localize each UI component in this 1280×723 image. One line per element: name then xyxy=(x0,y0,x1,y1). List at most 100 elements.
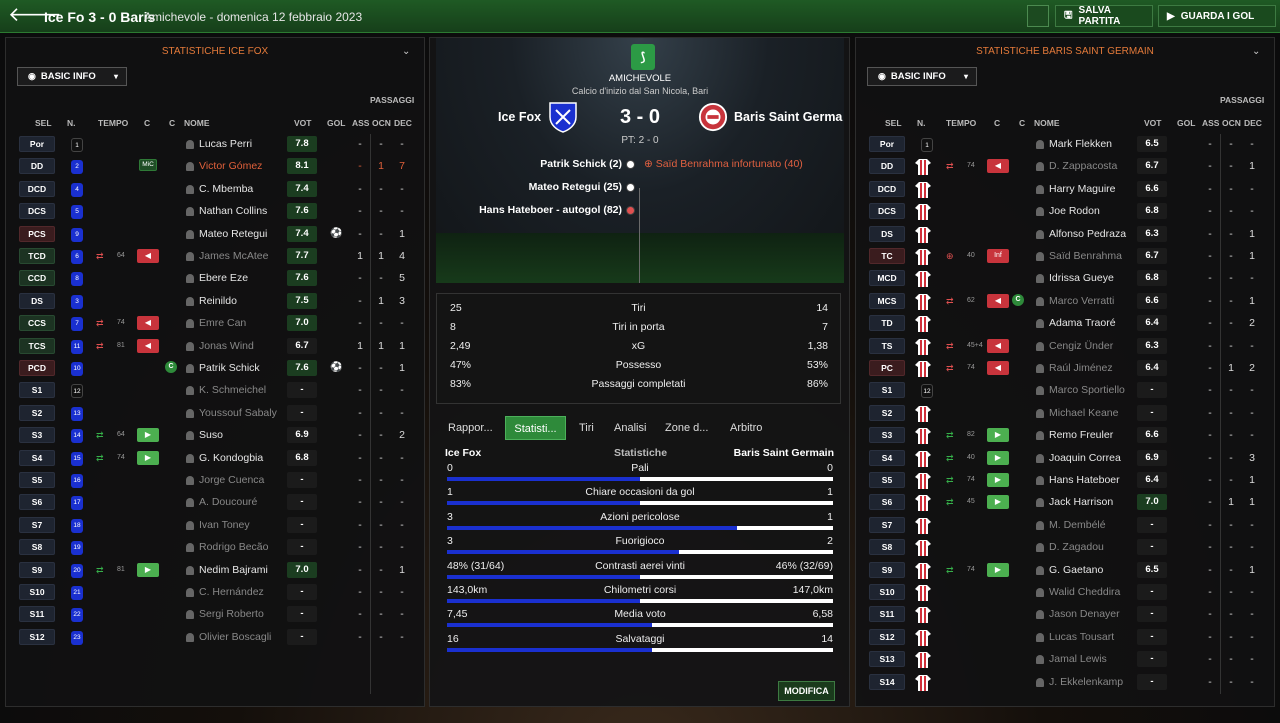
table-row[interactable]: DS 3 Reinildo 7.5 - 1 3 xyxy=(6,291,424,313)
player-name[interactable]: A. Doucouré xyxy=(199,496,257,508)
table-row[interactable]: MCD Idrissa Gueye 6.8 - - - xyxy=(856,268,1274,290)
table-row[interactable]: S8 19 Rodrigo Becão - - - - xyxy=(6,537,424,559)
table-row[interactable]: S5 ⇄ 74 ▶ Hans Hateboer 6.4 - - 1 xyxy=(856,470,1274,492)
player-name[interactable]: Youssouf Sabaly xyxy=(199,407,277,419)
table-row[interactable]: S4 15 ⇄ 74 ▶ G. Kondogbia 6.8 - - - xyxy=(6,448,424,470)
table-row[interactable]: MCS ⇄ 62 ◀ C Marco Verratti 6.6 - - 1 xyxy=(856,291,1274,313)
table-row[interactable]: DS Alfonso Pedraza 6.3 - - 1 xyxy=(856,224,1274,246)
player-name[interactable]: Hans Hateboer xyxy=(1049,474,1120,486)
table-row[interactable]: S7 18 Ivan Toney - - - - xyxy=(6,515,424,537)
modify-button[interactable]: MODIFICA xyxy=(778,681,835,701)
table-row[interactable]: S7 M. Dembélé - - - - xyxy=(856,515,1274,537)
player-name[interactable]: Saïd Benrahma xyxy=(1049,250,1122,262)
player-name[interactable]: Jamal Lewis xyxy=(1049,653,1107,665)
tab-shots[interactable]: Tiri xyxy=(579,416,609,440)
table-row[interactable]: CCS 7 ⇄ 74 ◀ Emre Can 7.0 - - - xyxy=(6,313,424,335)
player-name[interactable]: Marco Sportiello xyxy=(1049,384,1125,396)
player-name[interactable]: Suso xyxy=(199,429,223,441)
table-row[interactable]: CCD 8 Ebere Eze 7.6 - - 5 xyxy=(6,268,424,290)
table-row[interactable]: PCD 10 C Patrik Schick 7.6 ⚽ - - 1 xyxy=(6,358,424,380)
table-row[interactable]: S9 ⇄ 74 ▶ G. Gaetano 6.5 - - 1 xyxy=(856,560,1274,582)
player-name[interactable]: K. Schmeichel xyxy=(199,384,266,396)
table-row[interactable]: S6 ⇄ 45 ▶ Jack Harrison 7.0 - 1 1 xyxy=(856,492,1274,514)
table-row[interactable]: S3 ⇄ 82 ▶ Remo Freuler 6.6 - - - xyxy=(856,425,1274,447)
back-arrow-icon[interactable]: 🡐 xyxy=(8,5,62,27)
watch-goals-button[interactable]: ▶ GUARDA I GOL xyxy=(1158,5,1276,27)
player-name[interactable]: Jason Denayer xyxy=(1049,608,1120,620)
tab-statistics[interactable]: Statisti... xyxy=(505,416,566,440)
player-name[interactable]: Ebere Eze xyxy=(199,272,248,284)
table-row[interactable]: Por 1 Mark Flekken 6.5 - - - xyxy=(856,134,1274,156)
table-row[interactable]: TD Adama Traoré 6.4 - - 2 xyxy=(856,313,1274,335)
table-row[interactable]: DCD Harry Maguire 6.6 - - - xyxy=(856,179,1274,201)
player-name[interactable]: J. Ekkelenkamp xyxy=(1049,676,1123,688)
table-row[interactable]: S3 14 ⇄ 64 ▶ Suso 6.9 - - 2 xyxy=(6,425,424,447)
player-name[interactable]: Nathan Collins xyxy=(199,205,267,217)
table-row[interactable]: S2 Michael Keane - - - - xyxy=(856,403,1274,425)
table-row[interactable]: TS ⇄ 45+4 ◀ Cengiz Ünder 6.3 - - - xyxy=(856,336,1274,358)
player-name[interactable]: Victor Gómez xyxy=(199,160,262,172)
player-name[interactable]: M. Dembélé xyxy=(1049,519,1106,531)
table-row[interactable]: TCS 11 ⇄ 81 ◀ Jonas Wind 6.7 1 1 1 xyxy=(6,336,424,358)
table-row[interactable]: S1 12 Marco Sportiello - - - - xyxy=(856,380,1274,402)
player-name[interactable]: Olivier Boscagli xyxy=(199,631,271,643)
table-row[interactable]: DD 2 MiC Victor Gómez 8.1 - 1 7 xyxy=(6,156,424,178)
chevron-down-icon[interactable]: ⌄ xyxy=(1252,46,1262,57)
table-row[interactable]: TCD 6 ⇄ 64 ◀ James McAtee 7.7 1 1 4 xyxy=(6,246,424,268)
player-name[interactable]: Rodrigo Becão xyxy=(199,541,268,553)
player-name[interactable]: G. Gaetano xyxy=(1049,564,1103,576)
table-row[interactable]: S11 Jason Denayer - - - - xyxy=(856,604,1274,626)
table-row[interactable]: PC ⇄ 74 ◀ Raúl Jiménez 6.4 - 1 2 xyxy=(856,358,1274,380)
table-row[interactable]: TC ⊕ 40 Inf Saïd Benrahma 6.7 - - 1 xyxy=(856,246,1274,268)
player-name[interactable]: Patrik Schick xyxy=(199,362,260,374)
player-name[interactable]: Idrissa Gueye xyxy=(1049,272,1114,284)
table-row[interactable]: S11 22 Sergi Roberto - - - - xyxy=(6,604,424,626)
player-name[interactable]: Cengiz Ünder xyxy=(1049,340,1113,352)
player-name[interactable]: Adama Traoré xyxy=(1049,317,1116,329)
player-name[interactable]: Sergi Roberto xyxy=(199,608,264,620)
tab-referee[interactable]: Arbitro xyxy=(730,416,774,440)
basic-info-dropdown[interactable]: ◉ BASIC INFO ▾ xyxy=(17,67,127,86)
player-name[interactable]: Nedim Bajrami xyxy=(199,564,268,576)
table-row[interactable]: S14 J. Ekkelenkamp - - - - xyxy=(856,672,1274,694)
table-row[interactable]: S2 13 Youssouf Sabaly - - - - xyxy=(6,403,424,425)
player-name[interactable]: Joaquin Correa xyxy=(1049,452,1121,464)
table-row[interactable]: Por 1 Lucas Perri 7.8 - - - xyxy=(6,134,424,156)
table-row[interactable]: S8 D. Zagadou - - - - xyxy=(856,537,1274,559)
table-row[interactable]: S10 Walid Cheddira - - - - xyxy=(856,582,1274,604)
table-row[interactable]: DCS 5 Nathan Collins 7.6 - - - xyxy=(6,201,424,223)
player-name[interactable]: Reinildo xyxy=(199,295,237,307)
table-row[interactable]: S10 21 C. Hernández - - - - xyxy=(6,582,424,604)
player-name[interactable]: Jack Harrison xyxy=(1049,496,1113,508)
player-name[interactable]: Walid Cheddira xyxy=(1049,586,1120,598)
player-name[interactable]: Marco Verratti xyxy=(1049,295,1114,307)
table-row[interactable]: DD ⇄ 74 ◀ D. Zappacosta 6.7 - - 1 xyxy=(856,156,1274,178)
table-row[interactable]: S12 23 Olivier Boscagli - - - - xyxy=(6,627,424,649)
tab-zones[interactable]: Zone d... xyxy=(665,416,715,440)
player-name[interactable]: James McAtee xyxy=(199,250,268,262)
basic-info-dropdown[interactable]: ◉ BASIC INFO ▾ xyxy=(867,67,977,86)
chevron-down-icon[interactable]: ⌄ xyxy=(402,46,412,57)
table-row[interactable]: DCS Joe Rodon 6.8 - - - xyxy=(856,201,1274,223)
table-row[interactable]: S6 17 A. Doucouré - - - - xyxy=(6,492,424,514)
player-name[interactable]: Harry Maguire xyxy=(1049,183,1116,195)
table-row[interactable]: S5 16 Jorge Cuenca - - - - xyxy=(6,470,424,492)
player-name[interactable]: Alfonso Pedraza xyxy=(1049,228,1126,240)
player-name[interactable]: Emre Can xyxy=(199,317,246,329)
tab-report[interactable]: Rappor... xyxy=(448,416,498,440)
player-name[interactable]: C. Mbemba xyxy=(199,183,253,195)
table-row[interactable]: S1 12 K. Schmeichel - - - - xyxy=(6,380,424,402)
table-row[interactable]: DCD 4 C. Mbemba 7.4 - - - xyxy=(6,179,424,201)
table-row[interactable]: PCS 9 Mateo Retegui 7.4 ⚽ - - 1 xyxy=(6,224,424,246)
player-name[interactable]: Raúl Jiménez xyxy=(1049,362,1113,374)
table-row[interactable]: S4 ⇄ 40 ▶ Joaquin Correa 6.9 - - 3 xyxy=(856,448,1274,470)
player-name[interactable]: G. Kondogbia xyxy=(199,452,263,464)
player-name[interactable]: D. Zappacosta xyxy=(1049,160,1117,172)
player-name[interactable]: Jonas Wind xyxy=(199,340,254,352)
player-name[interactable]: Mark Flekken xyxy=(1049,138,1112,150)
blank-toggle-button[interactable] xyxy=(1027,5,1049,27)
table-row[interactable]: S12 Lucas Tousart - - - - xyxy=(856,627,1274,649)
player-name[interactable]: Lucas Tousart xyxy=(1049,631,1114,643)
tab-analysis[interactable]: Analisi xyxy=(614,416,654,440)
player-name[interactable]: Michael Keane xyxy=(1049,407,1118,419)
